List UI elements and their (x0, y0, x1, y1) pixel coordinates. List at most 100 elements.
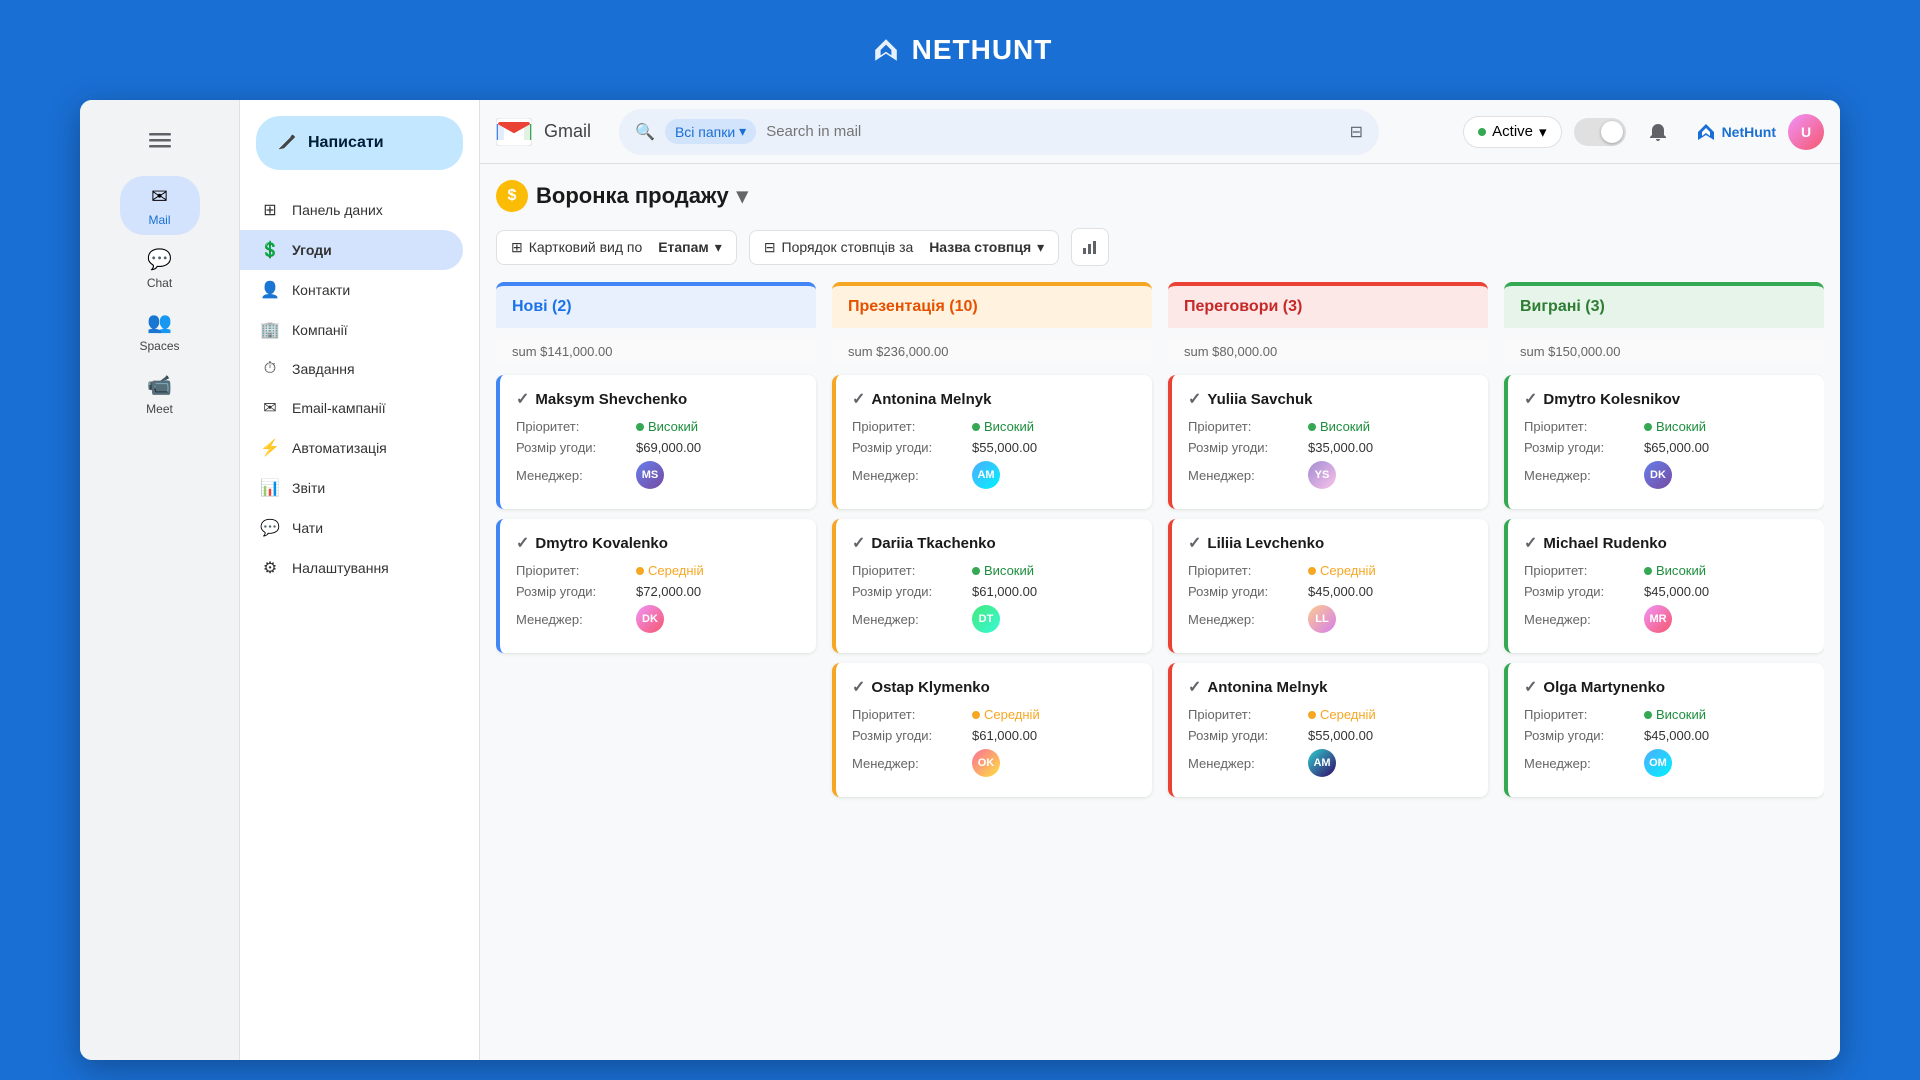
deal-card[interactable]: ✓ Dmytro Kovalenko Пріоритет: Середній Р… (496, 519, 816, 653)
toggle-switch[interactable] (1574, 118, 1626, 146)
top-header: Gmail 🔍 Всі папки ▾ ⊟ Active ▾ (480, 100, 1840, 164)
search-bar[interactable]: 🔍 Всі папки ▾ ⊟ (619, 109, 1379, 155)
chat-icon: 💬 (147, 247, 172, 272)
meet-icon: 📹 (147, 373, 172, 398)
nav-item-settings[interactable]: ⚙ Налаштування (240, 548, 463, 588)
compose-button[interactable]: Написати (256, 116, 463, 170)
column-header-won: Виграні (3) (1504, 282, 1824, 328)
deal-amount-field: Розмір угоди: $72,000.00 (516, 584, 800, 599)
main-content: Gmail 🔍 Всі папки ▾ ⊟ Active ▾ (480, 100, 1840, 1060)
view-controls: ⊞ Картковий вид по Етапам ▾ ⊟ Порядок ст… (496, 228, 1824, 266)
column-header-negotiations: Переговори (3) (1168, 282, 1488, 328)
deal-amount-field: Розмір угоди: $35,000.00 (1188, 440, 1472, 455)
kanban-column-presentation: Презентація (10)sum $236,000.00 ✓ Antoni… (832, 282, 1152, 1044)
chart-button[interactable] (1071, 228, 1109, 266)
deal-card[interactable]: ✓ Dariia Tkachenko Пріоритет: Високий Ро… (832, 519, 1152, 653)
manager-avatar: LL (1308, 605, 1336, 633)
manager-avatar: YS (1308, 461, 1336, 489)
contacts-icon: 👤 (260, 280, 280, 300)
email-campaigns-icon: ✉ (260, 398, 280, 418)
deal-priority-field: Пріоритет: Середній (1188, 563, 1472, 578)
deal-name: ✓ Michael Rudenko (1524, 533, 1808, 553)
gmail-logo: Gmail (496, 118, 591, 146)
deal-name: ✓ Antonina Melnyk (1188, 677, 1472, 697)
companies-icon: 🏢 (260, 320, 280, 340)
priority-dot (636, 423, 644, 431)
manager-avatar: MR (1644, 605, 1672, 633)
view-type-button[interactable]: ⊞ Картковий вид по Етапам ▾ (496, 230, 737, 265)
deal-amount-field: Розмір угоди: $69,000.00 (516, 440, 800, 455)
deal-card[interactable]: ✓ Maksym Shevchenko Пріоритет: Високий Р… (496, 375, 816, 509)
deal-priority-field: Пріоритет: Середній (516, 563, 800, 578)
mail-icon: ✉ (151, 184, 168, 209)
hamburger-menu-button[interactable] (136, 116, 184, 164)
deal-priority-field: Пріоритет: Середній (852, 707, 1136, 722)
sidebar-item-spaces[interactable]: 👥 Spaces (120, 302, 200, 361)
column-sum-negotiations: sum $80,000.00 (1168, 338, 1488, 365)
pipeline-chevron-icon[interactable]: ▾ (737, 183, 748, 209)
deal-amount-field: Розмір угоди: $45,000.00 (1524, 728, 1808, 743)
priority-dot (972, 423, 980, 431)
notification-button[interactable] (1638, 112, 1678, 152)
deal-name: ✓ Olga Martynenko (1524, 677, 1808, 697)
deal-card[interactable]: ✓ Michael Rudenko Пріоритет: Високий Роз… (1504, 519, 1824, 653)
check-icon: ✓ (852, 389, 865, 409)
priority-dot (1644, 423, 1652, 431)
user-avatar[interactable]: U (1788, 114, 1824, 150)
deal-amount-field: Розмір угоди: $55,000.00 (1188, 728, 1472, 743)
active-dot (1478, 128, 1486, 136)
deal-priority-field: Пріоритет: Середній (1188, 707, 1472, 722)
spaces-icon: 👥 (147, 310, 172, 335)
deal-priority-field: Пріоритет: Високий (852, 419, 1136, 434)
nav-item-email-campaigns[interactable]: ✉ Email-кампанії (240, 388, 463, 428)
deal-manager-field: Менеджер: MS (516, 461, 800, 489)
nav-item-reports[interactable]: 📊 Звіти (240, 468, 463, 508)
sidebar-item-chat[interactable]: 💬 Chat (120, 239, 200, 298)
check-icon: ✓ (1524, 389, 1537, 409)
deal-name: ✓ Antonina Melnyk (852, 389, 1136, 409)
deal-name: ✓ Dariia Tkachenko (852, 533, 1136, 553)
chevron-down-icon: ▾ (739, 123, 746, 140)
kanban-column-new: Нові (2)sum $141,000.00 ✓ Maksym Shevche… (496, 282, 816, 1044)
deal-card[interactable]: ✓ Dmytro Kolesnikov Пріоритет: Високий Р… (1504, 375, 1824, 509)
manager-avatar: DK (1644, 461, 1672, 489)
deal-card[interactable]: ✓ Yuliia Savchuk Пріоритет: Високий Розм… (1168, 375, 1488, 509)
active-chevron-icon: ▾ (1539, 123, 1547, 141)
deal-amount-field: Розмір угоди: $61,000.00 (852, 728, 1136, 743)
priority-dot (1644, 711, 1652, 719)
tasks-icon: ⏱ (260, 360, 280, 378)
nav-item-companies[interactable]: 🏢 Компанії (240, 310, 463, 350)
sidebar-item-mail[interactable]: ✉ Mail (120, 176, 200, 235)
search-input[interactable] (766, 123, 1339, 140)
manager-avatar: DK (636, 605, 664, 633)
deal-card[interactable]: ✓ Ostap Klymenko Пріоритет: Середній Роз… (832, 663, 1152, 797)
nav-item-chats[interactable]: 💬 Чати (240, 508, 463, 548)
view-chevron-icon: ▾ (715, 239, 722, 256)
deal-priority-field: Пріоритет: Високий (1188, 419, 1472, 434)
check-icon: ✓ (1188, 389, 1201, 409)
kanban-icon: ⊞ (511, 239, 523, 256)
nav-item-deals[interactable]: 💲 Угоди (240, 230, 463, 270)
deal-manager-field: Менеджер: OK (852, 749, 1136, 777)
deal-card[interactable]: ✓ Olga Martynenko Пріоритет: Високий Роз… (1504, 663, 1824, 797)
kanban-column-won: Виграні (3)sum $150,000.00 ✓ Dmytro Kole… (1504, 282, 1824, 1044)
nav-item-contacts[interactable]: 👤 Контакти (240, 270, 463, 310)
settings-icon: ⚙ (260, 558, 280, 578)
nav-item-dashboard[interactable]: ⊞ Панель даних (240, 190, 463, 230)
priority-dot (1308, 423, 1316, 431)
folders-dropdown[interactable]: Всі папки ▾ (665, 119, 756, 144)
nav-item-automation[interactable]: ⚡ Автоматизація (240, 428, 463, 468)
sidebar-item-meet[interactable]: 📹 Meet (120, 365, 200, 424)
active-status-badge[interactable]: Active ▾ (1463, 116, 1561, 148)
deal-card[interactable]: ✓ Antonina Melnyk Пріоритет: Середній Ро… (1168, 663, 1488, 797)
sort-icon: ⊟ (764, 239, 776, 256)
deal-manager-field: Менеджер: DT (852, 605, 1136, 633)
nav-item-tasks[interactable]: ⏱ Завдання (240, 350, 463, 388)
reports-icon: 📊 (260, 478, 280, 498)
deal-card[interactable]: ✓ Antonina Melnyk Пріоритет: Високий Роз… (832, 375, 1152, 509)
filter-icon[interactable]: ⊟ (1350, 122, 1363, 142)
pipeline-area: $ Воронка продажу ▾ ⊞ Картковий вид по Е… (480, 164, 1840, 1060)
deal-priority-field: Пріоритет: Високий (852, 563, 1136, 578)
sort-order-button[interactable]: ⊟ Порядок стовпців за Назва стовпця ▾ (749, 230, 1059, 265)
deal-card[interactable]: ✓ Liliia Levchenko Пріоритет: Середній Р… (1168, 519, 1488, 653)
